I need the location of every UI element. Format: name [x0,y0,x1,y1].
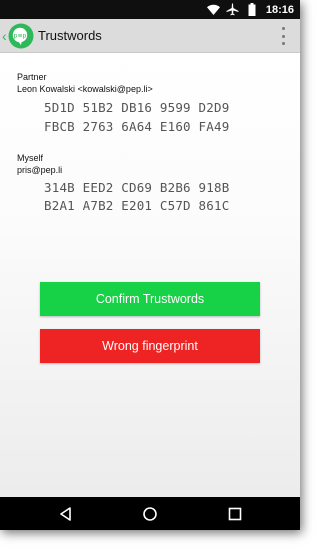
navigation-bar [0,497,300,530]
device-screen: 18:16 ‹ p≡p Trustwords Partner Leon Kowa… [0,0,300,530]
app-bar: ‹ p≡p Trustwords [0,19,300,53]
wrong-fingerprint-button[interactable]: Wrong fingerprint [40,329,260,363]
battery-icon [245,3,259,17]
myself-identity: pris@pep.li [17,165,63,175]
wifi-icon [207,3,221,17]
partner-label: Partner [17,72,47,82]
page-title: Trustwords [38,28,102,43]
myself-fingerprint-row: B2A1 A7B2 E201 C57D 861C [44,198,230,213]
myself-fingerprint-row: 314B EED2 CD69 B2B6 918B [44,180,230,195]
status-icons: 18:16 [207,2,294,17]
trustwords-content: Partner Leon Kowalski <kowalski@pep.li> … [0,53,300,497]
nav-back-icon[interactable] [57,505,75,523]
partner-fingerprint-row: 5D1D 51B2 DB16 9599 D2D9 [44,100,230,115]
myself-label: Myself [17,153,44,163]
status-bar: 18:16 [0,0,300,19]
status-time: 18:16 [265,3,294,16]
confirm-trustwords-button[interactable]: Confirm Trustwords [40,282,260,316]
nav-home-icon[interactable] [141,505,159,523]
svg-text:p≡p: p≡p [14,32,27,39]
airplane-mode-icon [226,3,240,17]
partner-fingerprint-row: FBCB 2763 6A64 E160 FA49 [44,119,230,134]
pep-logo-icon[interactable]: p≡p [8,23,34,49]
nav-recents-icon[interactable] [226,505,244,523]
partner-identity: Leon Kowalski <kowalski@pep.li> [17,84,153,94]
overflow-menu-icon[interactable] [280,27,286,45]
